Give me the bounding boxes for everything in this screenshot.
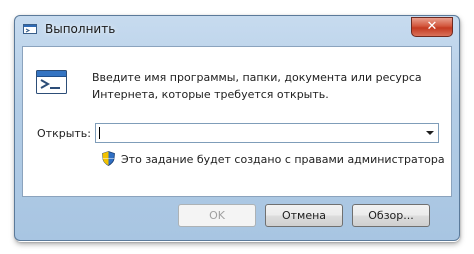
- description-text: Введите имя программы, папки, документа …: [92, 71, 422, 101]
- window-title: Выполнить: [45, 22, 116, 36]
- button-bar: OK Отмена Обзор...: [15, 197, 459, 240]
- cancel-button[interactable]: Отмена: [265, 204, 343, 227]
- run-program-icon: [36, 70, 67, 94]
- run-dialog: Выполнить ✕ Введите имя программы, папки…: [14, 15, 460, 241]
- browse-button[interactable]: Обзор...: [352, 204, 430, 227]
- run-window-icon: [23, 24, 37, 34]
- ok-button[interactable]: OK: [178, 204, 256, 227]
- open-label: Открыть:: [37, 127, 91, 140]
- admin-note: Это задание будет создано с правами адми…: [121, 153, 445, 166]
- title-bar[interactable]: Выполнить ✕: [15, 16, 459, 42]
- chevron-down-icon[interactable]: [426, 131, 434, 135]
- open-combobox[interactable]: [95, 123, 439, 143]
- close-button[interactable]: ✕: [411, 17, 453, 37]
- content-panel: Введите имя программы, папки, документа …: [22, 46, 452, 197]
- text-caret: [99, 127, 100, 139]
- uac-shield-icon: [102, 151, 115, 166]
